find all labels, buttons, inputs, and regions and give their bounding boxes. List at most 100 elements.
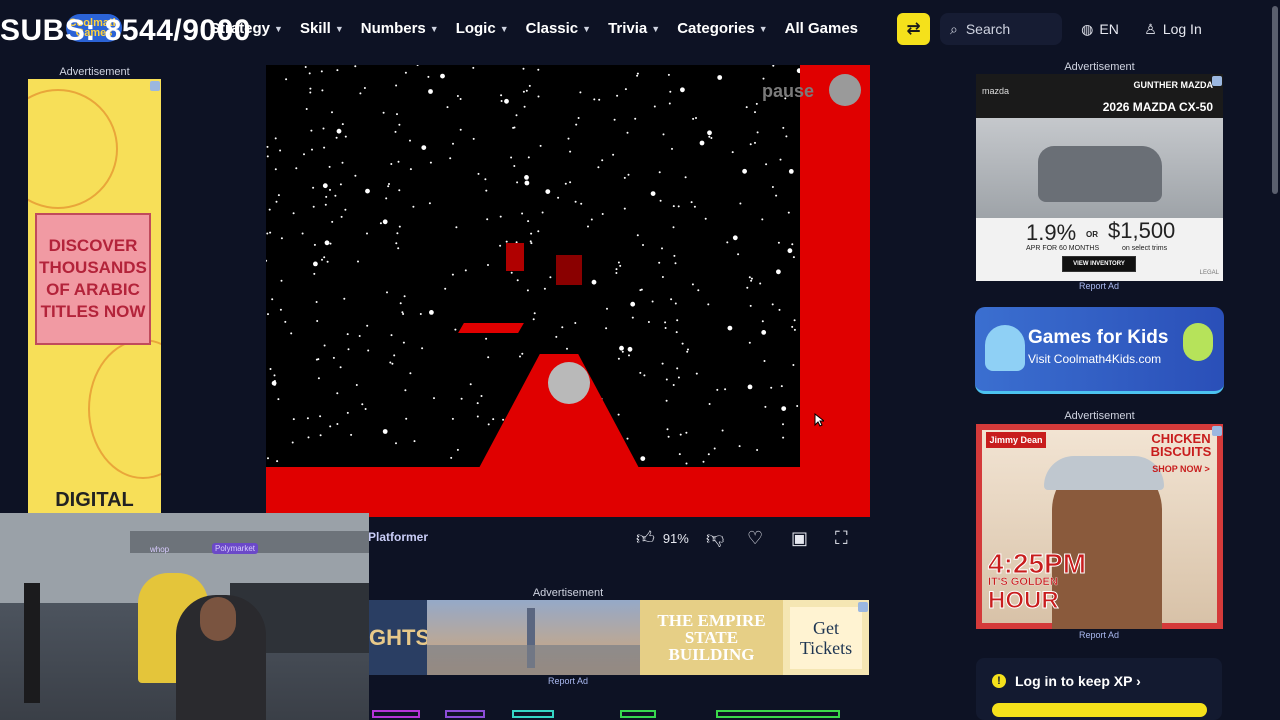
star [687,348,689,351]
report-ad-link[interactable]: Report Ad [538,676,598,686]
dislike-button[interactable]: 👎︎ [706,526,724,550]
thumbnail-strip[interactable] [620,710,656,718]
bottom-advertisement[interactable]: GHTS THE EMPIRE STATE BUILDING Get Ticke… [369,600,869,675]
star [530,242,533,245]
star [574,322,577,324]
star [524,180,530,186]
star [500,100,503,102]
thumbnail-strip[interactable] [445,710,485,718]
star [713,447,716,450]
game-canvas[interactable]: pause [266,65,870,517]
view-inventory-button[interactable]: VIEW INVENTORY [1062,256,1136,272]
jimmy-dean-advertisement[interactable]: Jimmy Dean CHICKEN BISCUITS SHOP NOW > 4… [976,424,1223,629]
report-ad-link[interactable]: Report Ad [1068,281,1130,291]
star [306,417,309,420]
star [510,156,513,159]
game-category-link[interactable]: Platformer [368,530,428,544]
star [697,289,700,292]
star [513,165,516,167]
star [274,168,277,171]
star [409,139,411,142]
star [319,415,322,418]
star [796,405,799,407]
report-ad-link[interactable]: Report Ad [1068,630,1130,640]
xp-login-panel[interactable]: ! Log in to keep XP › [976,658,1222,720]
nav-trivia[interactable]: Trivia ▼ [608,20,660,37]
favorite-button[interactable]: ♡ [747,526,763,550]
star [634,117,637,120]
ad-offer: 1.9% APR FOR 60 MONTHS OR $1,500 on sele… [976,218,1223,281]
jimmy-dean-logo: Jimmy Dean [986,432,1046,448]
star [575,123,578,126]
star [791,325,794,328]
random-game-button[interactable]: ⇄ [897,13,930,45]
star [354,174,357,177]
pause-button[interactable] [829,74,861,106]
star [303,153,305,156]
skyline-photo [427,600,640,675]
adchoices-icon[interactable] [150,81,160,91]
star [732,235,738,241]
streamer-head [200,597,236,641]
login-button[interactable]: ♙ Log In [1136,13,1210,45]
language-selector[interactable]: ◍ EN [1072,13,1128,45]
nav-skill[interactable]: Skill ▼ [300,20,344,37]
star [284,320,287,323]
left-advertisement[interactable]: DISCOVER THOUSANDS OF ARABIC TITLES NOW … [28,79,161,515]
star [464,269,467,272]
nav-all-games[interactable]: All Games [785,20,858,37]
nav-categories[interactable]: Categories ▼ [677,20,767,37]
star [292,212,295,215]
search-input[interactable]: ⌕ Search [940,13,1062,45]
shop-now-link[interactable]: SHOP NOW > [1149,464,1213,474]
star [499,244,502,247]
thumbs-up-icon: 👍︎ [636,528,655,548]
star [301,232,304,235]
nav-classic[interactable]: Classic ▼ [526,20,591,37]
nav-numbers[interactable]: Numbers ▼ [361,20,439,37]
fullscreen-button[interactable]: ⛶ [835,526,848,550]
adchoices-icon[interactable] [1212,426,1222,436]
star [668,102,671,105]
like-button[interactable]: 👍︎ 91% [636,526,689,550]
star [307,436,310,439]
thumbnail-strip[interactable] [372,710,420,718]
thumbnail-strip[interactable] [716,710,840,718]
star [526,289,529,292]
adchoices-icon[interactable] [858,602,868,612]
star [397,247,400,250]
star [395,242,398,245]
star [516,279,519,282]
star [366,324,369,327]
nav-label: Trivia [608,20,648,37]
star [459,128,462,131]
screenshot-button[interactable]: ▣ [791,526,808,550]
star [412,205,415,208]
star [721,429,724,432]
star [707,303,710,306]
nav-logic[interactable]: Logic ▼ [456,20,509,37]
star [692,117,695,120]
ad-headline: DISCOVER THOUSANDS OF ARABIC TITLES NOW [35,213,151,345]
star [796,68,802,74]
thumbnail-strip[interactable] [512,710,554,718]
scrollbar-thumb[interactable] [1272,6,1278,194]
star [691,283,694,286]
page-scrollbar[interactable] [1270,0,1280,720]
star [777,241,780,244]
get-tickets-button[interactable]: Get Tickets [790,606,862,669]
star [276,460,279,463]
star [484,178,487,181]
microphone [24,583,40,703]
adchoices-icon[interactable] [1212,76,1222,86]
mazda-advertisement[interactable]: mazda GUNTHER MAZDA 2026 MAZDA CX-50 1.9… [976,74,1223,281]
star [787,248,793,254]
xp-login-text[interactable]: Log in to keep XP › [1015,673,1141,689]
star [459,98,462,100]
coolmath4kids-banner[interactable]: Games for Kids Visit Coolmath4Kids.com [975,307,1224,394]
star [671,147,673,150]
star [647,321,650,323]
star [770,386,773,389]
star [323,344,326,347]
star [761,218,764,221]
